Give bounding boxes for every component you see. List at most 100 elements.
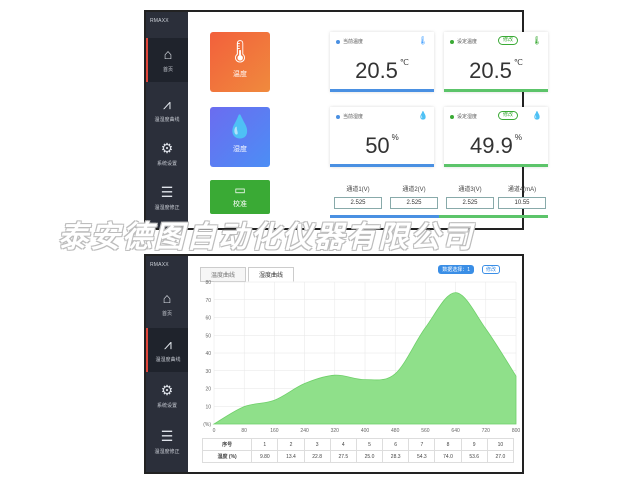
company-watermark: 泰安德图自动化仪器有限公司 (58, 220, 474, 255)
table-cell-humidity: 9.80 (251, 450, 279, 463)
table-cell-humidity: 27.5 (329, 450, 357, 463)
status-dot (450, 39, 454, 44)
nav-home[interactable]: ⌂ 首页 (146, 38, 188, 82)
temperature-tile[interactable]: 🌡 温度 (210, 32, 270, 92)
nav-curve[interactable]: ⩘ 温湿度曲线 (146, 88, 188, 132)
table-cell-index: 3 (303, 438, 331, 451)
calibrate-button[interactable]: ▭ 校准 (210, 180, 270, 214)
card-underline (444, 164, 548, 167)
current-humidity-card: 当前湿度 💧 50% (330, 107, 434, 167)
table-cell-index: 2 (277, 438, 305, 451)
channel-3: 通道3(V) 2.525 (442, 182, 498, 216)
x-tick-label: 640 (451, 428, 460, 434)
dashboard-screen: RMAXX ⌂ 首页 ⩘ 温湿度曲线 ⚙ 系统设置 ☰ 温湿度修正 🌡 温度 💧… (144, 10, 548, 230)
gear-icon: ⚙ (160, 140, 174, 156)
y-tick-label: 30 (205, 369, 211, 375)
table-cell-index: 5 (355, 438, 384, 451)
status-dot (336, 39, 340, 44)
water-drop-small-icon: 💧 (532, 111, 542, 120)
table-cell-index: 1 (251, 438, 279, 451)
edit-temperature-button[interactable]: 修改 (498, 36, 519, 45)
y-axis-ticks: 80 70 60 50 40 30 20 10 (%) (203, 280, 211, 428)
table-row-index: 序号 1 2 3 4 5 6 7 8 9 10 (201, 438, 515, 451)
x-tick-label: 800 (512, 428, 521, 434)
x-tick-label: 0 (213, 428, 216, 434)
water-drop-icon: 💧 (226, 114, 254, 139)
status-dot (336, 114, 340, 119)
set-temperature-value: 20.5 (469, 58, 512, 83)
table-cell-humidity: 22.8 (303, 450, 331, 463)
nav-settings[interactable]: ⚙ 系统设置 (146, 132, 188, 176)
x-tick-label: 320 (331, 428, 340, 434)
channel-1: 通道1(V) 2.525 (330, 182, 386, 216)
card-underline (330, 164, 434, 167)
table-cell-index: 6 (382, 438, 410, 451)
table-cell-humidity: 25.0 (355, 450, 384, 463)
status-dot (450, 114, 454, 119)
y-tick-label: 60 (205, 316, 211, 322)
set-temperature-card: 设定温度 修改 🌡 20.5 ℃ (444, 32, 548, 92)
sidebar: RMAXX ⌂ 首页 ⩘ 温湿度曲线 ⚙ 系统设置 ☰ 温湿度修正 (146, 12, 188, 228)
humidity-chart: 80 70 60 50 40 30 20 10 (%) 0 80 160 240 320 400 480 56… (203, 280, 521, 434)
home-icon: ⌂ (163, 46, 173, 62)
sidebar: RMAXX ⌂ 首页 ⩘ 温湿度曲线 ⚙ 系统设置 ☰ 温湿度修正 (146, 256, 188, 472)
brand-logo: RMAXX (150, 262, 169, 268)
water-drop-small-icon: 💧 (418, 111, 428, 120)
edit-button[interactable]: 修改 (481, 265, 500, 274)
dashboard-content: 🌡 温度 💧 湿度 ▭ 校准 当前温度 🌡 20.5 ℃ 设定温度 修改 🌡 20… (188, 12, 548, 228)
table-cell-humidity: 28.3 (382, 450, 410, 463)
x-tick-label: 480 (391, 428, 400, 434)
brand-logo: RMAXX (150, 18, 169, 24)
table-cell-index: 9 (460, 438, 488, 451)
thermometer-small-icon: 🌡 (417, 36, 428, 45)
x-axis-ticks: 0 80 160 240 320 400 480 560 640 720 800 (213, 428, 521, 434)
channel-4: 通道4(mA) 10.55 (494, 182, 550, 216)
nav-home[interactable]: ⌂ 首页 (146, 282, 188, 326)
home-icon: ⌂ (162, 290, 172, 306)
set-humidity-value: 49.9 (470, 133, 513, 158)
table-cell-humidity: 74.0 (434, 450, 462, 463)
humidity-tile[interactable]: 💧 湿度 (210, 107, 270, 167)
humidity-table: 序号 1 2 3 4 5 6 7 8 9 10 湿度 (%) 9.80 13.4 22.8 27.5 25.0… (201, 438, 515, 463)
y-tick-label: (%) (203, 422, 211, 428)
x-tick-label: 240 (300, 428, 309, 434)
y-tick-label: 20 (205, 387, 211, 393)
card-underline (444, 89, 548, 92)
table-cell-humidity: 54.3 (408, 450, 436, 463)
channel-1-value: 2.525 (334, 197, 382, 209)
table-cell-humidity: 53.6 (460, 450, 488, 463)
table-cell-index: 8 (434, 438, 462, 451)
channel-3-value: 2.525 (446, 197, 494, 209)
y-tick-label: 70 (205, 298, 211, 304)
x-tick-label: 560 (421, 428, 430, 434)
current-humidity-value: 50 (365, 133, 390, 158)
table-cell-index: 7 (408, 438, 436, 451)
line-chart-icon: ⩘ (164, 336, 172, 352)
edit-humidity-button[interactable]: 修改 (498, 111, 519, 120)
x-tick-label: 80 (241, 428, 247, 434)
card-underline (330, 89, 434, 92)
x-tick-label: 720 (482, 428, 491, 434)
line-chart-icon: ⩘ (163, 96, 171, 112)
nav-correction[interactable]: ☰ 温湿度修正 (146, 420, 188, 464)
x-tick-label: 400 (361, 428, 370, 434)
channel-4-value: 10.55 (498, 197, 546, 209)
data-select-button[interactable]: 数据选择：1 (438, 265, 474, 274)
nav-settings[interactable]: ⚙ 系统设置 (146, 374, 188, 418)
table-cell-index: 10 (486, 438, 515, 451)
table-row-humidity: 湿度 (%) 9.80 13.4 22.8 27.5 25.0 28.3 54.3 74.0 53… (201, 450, 515, 463)
thermometer-small-icon: 🌡 (531, 36, 542, 45)
nav-curve[interactable]: ⩘ 温湿度曲线 (146, 328, 188, 372)
y-tick-label: 80 (205, 280, 211, 286)
sliders-icon: ☰ (160, 184, 174, 200)
calibrate-chart-icon: ▭ (234, 183, 246, 197)
table-cell-index: 4 (329, 438, 357, 451)
sliders-icon: ☰ (160, 428, 174, 444)
table-cell-humidity: 13.4 (277, 450, 305, 463)
table-cell-humidity: 27.0 (486, 450, 515, 463)
curve-screen: RMAXX ⌂ 首页 ⩘ 温湿度曲线 ⚙ 系统设置 ☰ 温湿度修正 温度曲线 湿度… (144, 254, 524, 474)
channel-2: 通道2(V) 2.525 (386, 182, 442, 216)
set-humidity-card: 设定湿度 修改 💧 49.9% (444, 107, 548, 167)
y-tick-label: 50 (205, 333, 211, 339)
y-tick-label: 40 (205, 351, 211, 357)
